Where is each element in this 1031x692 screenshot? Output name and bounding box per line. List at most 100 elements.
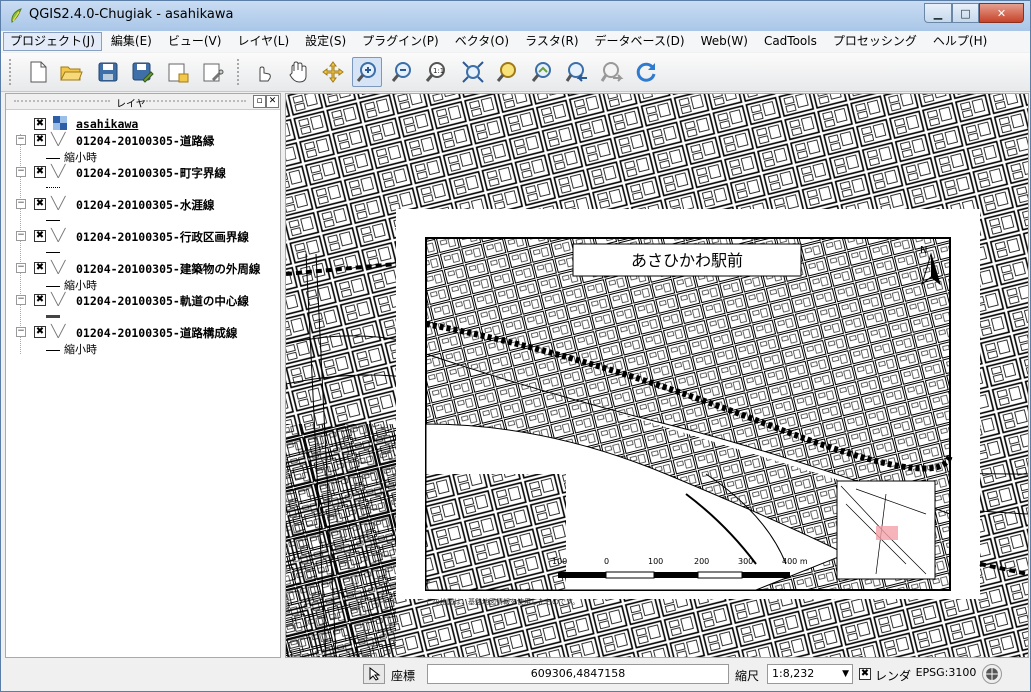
menu-cadtools[interactable]: CadTools [757, 32, 824, 51]
layer-name: 01204-20100305-道路構成線 [76, 326, 238, 340]
new-project-icon [30, 61, 47, 83]
layer-row-asahikawa[interactable]: ✖ asahikawa [6, 116, 276, 132]
zoom-last-button[interactable] [562, 57, 592, 87]
collapse-toggle[interactable]: − [16, 295, 26, 305]
zoom-out-button[interactable] [387, 57, 417, 87]
layer-visibility-checkbox[interactable]: ✖ [34, 198, 46, 210]
legend-item [46, 181, 64, 195]
zoom-next-icon [600, 62, 624, 82]
collapse-toggle[interactable]: − [16, 135, 26, 145]
layer-row-road-edge[interactable]: − ✖ ╲╱ 01204-20100305-道路縁 [6, 132, 276, 148]
pan-to-selection-icon [322, 61, 344, 83]
pan-to-selection-button[interactable] [318, 57, 348, 87]
menu-help[interactable]: ヘルプ(H) [926, 32, 994, 51]
layer-visibility-checkbox[interactable]: ✖ [34, 230, 46, 242]
layer-visibility-checkbox[interactable]: ✖ [34, 326, 46, 338]
menu-layer[interactable]: レイヤ(L) [230, 32, 296, 51]
scalebar-label: 300 [738, 557, 754, 566]
scale-value: 1:8,232 [772, 667, 815, 680]
menu-vector[interactable]: ベクタ(O) [448, 32, 516, 51]
open-project-button[interactable] [56, 57, 86, 87]
save-as-button[interactable] [128, 57, 158, 87]
legend-item: 縮小時 [46, 277, 97, 292]
layer-row-waterline[interactable]: − ✖ ╲╱ 01204-20100305-水涯線 [6, 196, 276, 212]
panel-grip [14, 100, 110, 104]
vector-line-icon: ╲╱ [51, 164, 66, 178]
pan-button[interactable] [283, 57, 313, 87]
scalebar-labels: 100 0 100 200 300 400 m [550, 557, 810, 569]
scale-combo[interactable]: 1:8,232 ▼ [767, 664, 853, 684]
close-window-button[interactable]: ✕ [979, 3, 1024, 23]
maximize-button[interactable]: □ [952, 3, 979, 23]
zoom-to-layer-button[interactable] [527, 57, 557, 87]
collapse-toggle[interactable]: − [16, 263, 26, 273]
save-project-icon [98, 62, 118, 82]
close-panel-button[interactable]: ✕ [266, 95, 279, 108]
collapse-toggle[interactable]: − [16, 231, 26, 241]
layer-visibility-checkbox[interactable]: ✖ [34, 166, 46, 178]
scalebar-label: 200 [694, 557, 710, 566]
touch-zoom-button[interactable] [248, 57, 278, 87]
line-symbol-icon [46, 219, 60, 221]
new-project-button[interactable] [23, 57, 53, 87]
composer-manager-button[interactable] [198, 57, 228, 87]
coordinate-field[interactable]: 609306,4847158 [427, 664, 729, 684]
scale-bar [558, 571, 790, 579]
layer-visibility-checkbox[interactable]: ✖ [34, 294, 46, 306]
zoom-to-selection-button[interactable] [492, 57, 522, 87]
mouse-coord-toggle[interactable] [363, 664, 385, 684]
composer-footnote: この地図は、基盤地図情報を使用したものです。 [426, 598, 580, 606]
new-print-composer-icon [168, 63, 189, 83]
menu-project[interactable]: プロジェクト(J) [3, 32, 102, 51]
menu-database[interactable]: データベース(D) [588, 32, 692, 51]
menu-raster[interactable]: ラスタ(R) [518, 32, 585, 51]
zoom-next-button[interactable] [597, 57, 627, 87]
minimize-button[interactable]: ▁ [924, 3, 952, 23]
composer-map-frame [425, 237, 953, 591]
refresh-button[interactable] [631, 57, 661, 87]
save-project-button[interactable] [93, 57, 123, 87]
chevron-down-icon: ▼ [842, 669, 849, 679]
legend-item [46, 309, 64, 323]
refresh-icon [636, 62, 656, 82]
map-canvas[interactable]: あさひかわ駅前 N 100 0 100 200 300 400 m F この地図… [285, 93, 1029, 658]
vector-line-icon: ╲╱ [51, 324, 66, 338]
layer-visibility-checkbox[interactable]: ✖ [34, 118, 46, 130]
scalebar-label: 0 [604, 557, 610, 566]
vector-line-icon: ╲╱ [51, 132, 66, 146]
layers-panel-header: レイヤ ▫ ✕ [6, 94, 280, 110]
menu-settings[interactable]: 設定(S) [298, 32, 353, 51]
collapse-toggle[interactable]: − [16, 199, 26, 209]
layers-panel: レイヤ ▫ ✕ ✖ asahikawa − ✖ ╲╱ 01204-2010030… [5, 93, 281, 658]
menu-plugins[interactable]: プラグイン(P) [355, 32, 446, 51]
new-print-composer-button[interactable] [163, 57, 193, 87]
layer-row-rail-centerline[interactable]: − ✖ ╲╱ 01204-20100305-軌道の中心線 [6, 292, 276, 308]
layer-visibility-checkbox[interactable]: ✖ [34, 134, 46, 146]
layer-row-road-structure[interactable]: − ✖ ╲╱ 01204-20100305-道路構成線 [6, 324, 276, 340]
collapse-toggle[interactable]: − [16, 327, 26, 337]
menu-web[interactable]: Web(W) [694, 32, 755, 51]
zoom-in-button[interactable] [352, 57, 382, 87]
zoom-actual-size-button[interactable]: 1:1 [421, 57, 451, 87]
scalebar-label: 100 [552, 557, 568, 566]
crs-status-button[interactable]: EPSG:3100 [915, 664, 977, 684]
layer-row-admin-boundary[interactable]: − ✖ ╲╱ 01204-20100305-行政区画界線 [6, 228, 276, 244]
layer-visibility-checkbox[interactable]: ✖ [34, 262, 46, 274]
menu-view[interactable]: ビュー(V) [161, 32, 229, 51]
toolbar-grip[interactable] [9, 59, 14, 85]
mouse-pointer-icon [369, 666, 381, 681]
layer-row-town-boundary[interactable]: − ✖ ╲╱ 01204-20100305-町字界線 [6, 164, 276, 180]
float-panel-button[interactable]: ▫ [253, 95, 266, 108]
scalebar-label: 400 m [782, 557, 808, 566]
menu-edit[interactable]: 編集(E) [104, 32, 159, 51]
render-checkbox[interactable]: ✖ [859, 668, 871, 680]
toolbar-grip[interactable] [237, 59, 242, 85]
zoom-full-button[interactable] [458, 57, 488, 87]
messages-button[interactable] [982, 664, 1002, 684]
coordinate-label: 座標 [391, 669, 416, 683]
layer-row-building-outline[interactable]: − ✖ ╲╱ 01204-20100305-建築物の外周線 [6, 260, 276, 276]
line-symbol-icon [46, 187, 60, 189]
collapse-toggle[interactable]: − [16, 167, 26, 177]
composer-title: あさひかわ駅前 [630, 251, 743, 270]
menu-processing[interactable]: プロセッシング [826, 32, 924, 51]
